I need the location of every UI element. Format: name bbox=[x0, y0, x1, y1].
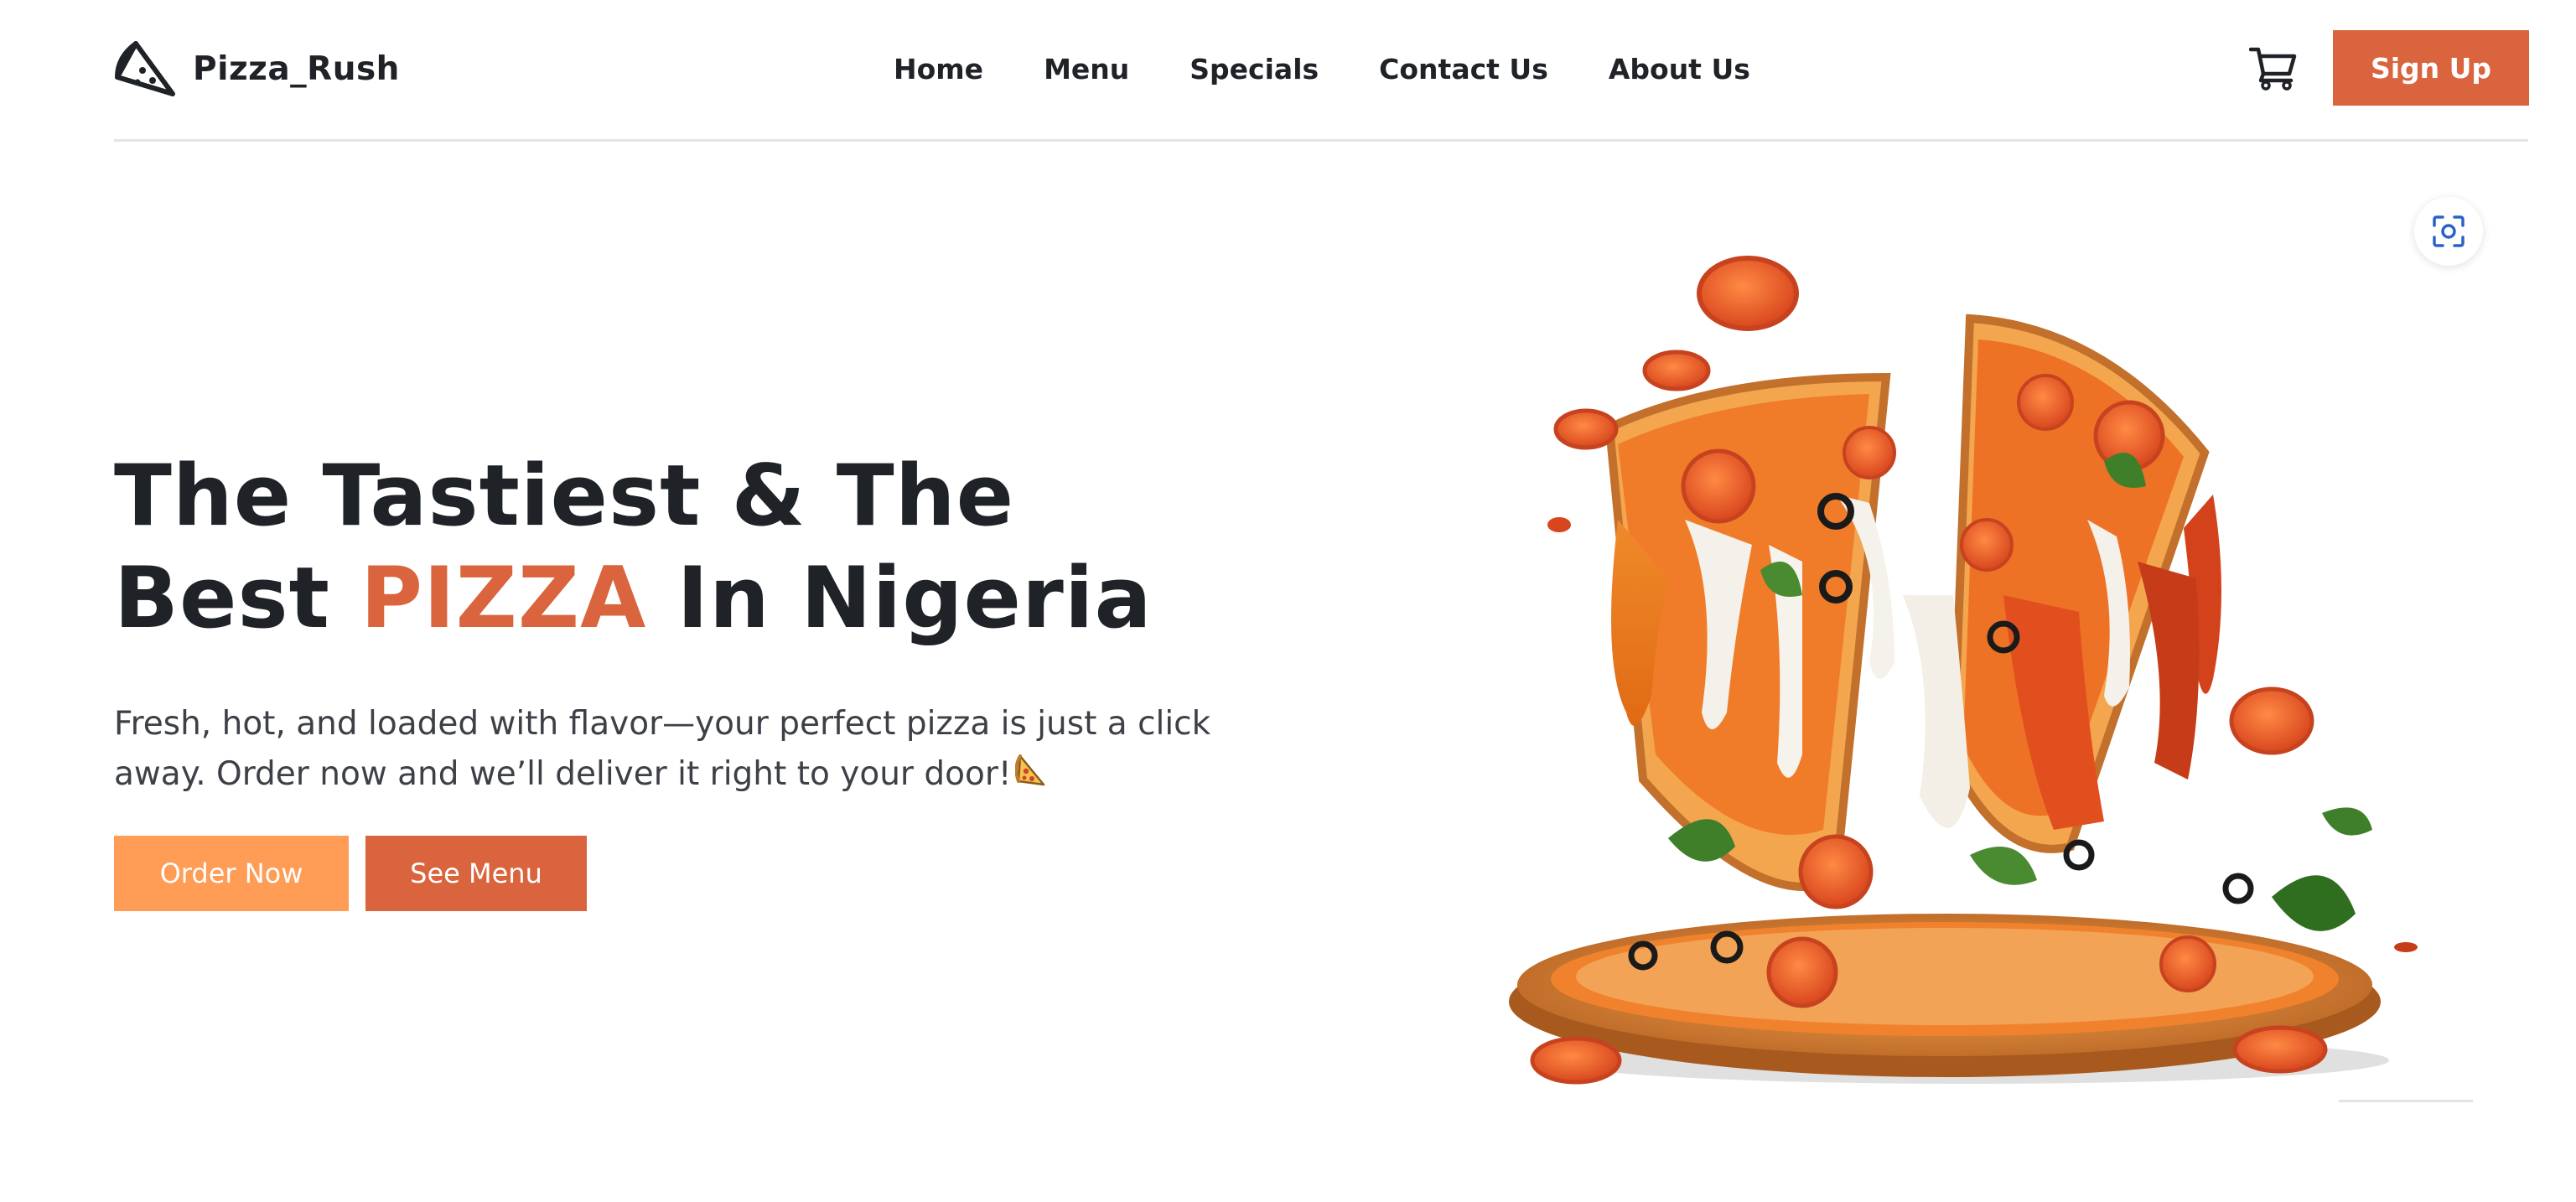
shopping-cart-icon[interactable] bbox=[2249, 45, 2298, 91]
pizza-emoji-icon bbox=[1013, 753, 1047, 803]
nav-specials[interactable]: Specials bbox=[1190, 53, 1319, 85]
pizza-slice-icon bbox=[114, 39, 176, 99]
hero-title-highlight: PIZZA bbox=[360, 548, 647, 647]
hero-pizza-image bbox=[1366, 243, 2473, 1106]
nav-home[interactable]: Home bbox=[894, 53, 983, 85]
hero-title: The Tastiest & The Best PIZZA In Nigeria bbox=[114, 444, 1153, 649]
brand-name: Pizza_Rush bbox=[193, 49, 400, 88]
main-nav: Home Menu Specials Contact Us About Us bbox=[894, 44, 1750, 94]
see-menu-button[interactable]: See Menu bbox=[365, 836, 587, 911]
hero-buttons: Order Now See Menu bbox=[114, 836, 587, 911]
visual-search-icon[interactable] bbox=[2414, 197, 2483, 266]
nav-contact-us[interactable]: Contact Us bbox=[1379, 53, 1548, 85]
nav-about-us[interactable]: About Us bbox=[1609, 53, 1750, 85]
scroll-indicator bbox=[2339, 1100, 2473, 1102]
sign-up-button[interactable]: Sign Up bbox=[2333, 30, 2529, 106]
order-now-button[interactable]: Order Now bbox=[114, 836, 349, 911]
hero-title-line2-start: Best bbox=[114, 548, 361, 647]
hero-title-line1: The Tastiest & The bbox=[114, 446, 1015, 545]
hero-description: Fresh, hot, and loaded with flavor—your … bbox=[114, 699, 1304, 803]
nav-menu[interactable]: Menu bbox=[1044, 53, 1129, 85]
hero-title-line2-end: In Nigeria bbox=[646, 548, 1153, 647]
brand[interactable]: Pizza_Rush bbox=[114, 35, 400, 102]
site-header: Pizza_Rush Home Menu Specials Contact Us… bbox=[114, 0, 2529, 142]
